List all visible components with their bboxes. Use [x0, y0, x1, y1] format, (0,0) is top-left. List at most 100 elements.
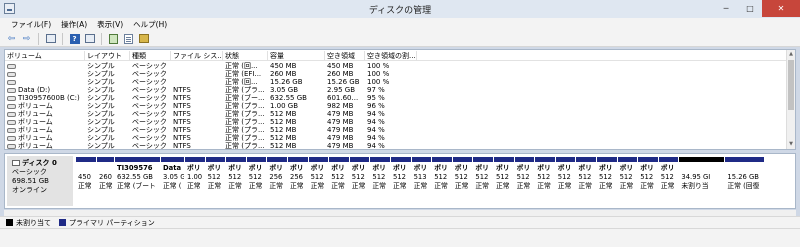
partition-status: 正常 [660, 182, 675, 190]
volume-name: ボリューム [18, 126, 53, 134]
partition[interactable]: ボリ 512 正常 [308, 157, 329, 206]
disk-0-label[interactable]: ディスク 0 ベーシック 698.51 GB オンライン [7, 156, 73, 206]
partition[interactable]: ボリ 512 正常 [329, 157, 349, 206]
scroll-down-icon[interactable]: ▼ [787, 140, 795, 149]
partition-status: 正常 [434, 182, 448, 190]
partition[interactable]: ボリ 512 正常 [638, 157, 658, 206]
partition[interactable]: ボリ 256 正常 [288, 157, 308, 206]
partition[interactable]: ボリ 512 正常 [432, 157, 452, 206]
partition-bar [329, 157, 349, 162]
partition-size: 512 [496, 173, 509, 181]
menu-view[interactable]: 表示(V) [92, 18, 128, 31]
partition-bar [473, 157, 493, 162]
partition[interactable]: ボリ 512 正常 [535, 157, 555, 206]
column-header-filesystem[interactable]: ファイル シス... [171, 51, 223, 61]
partition-text: ボリ 512 正常 [311, 164, 325, 191]
partition-size: 15.26 GB [727, 173, 759, 181]
title-bar: ディスクの管理 ─ □ ✕ [0, 0, 800, 18]
back-button[interactable]: ⇦ [5, 32, 18, 45]
partition-bar [432, 157, 452, 162]
partition[interactable]: ボリ 512 正常 [658, 157, 679, 206]
partition-size: 512 [434, 173, 448, 181]
partition-text: ボリ 513 正常 [414, 164, 428, 191]
rescan-button[interactable] [107, 32, 120, 45]
partition[interactable]: ボリ 1.00 正常 [185, 157, 205, 206]
partition[interactable]: ボリ 512 正常 [349, 157, 370, 206]
partition-name: TI309576 [117, 164, 153, 172]
partition[interactable]: ボリ 512 正常 [473, 157, 493, 206]
partition-size: 512 [599, 173, 612, 181]
partition[interactable]: ボリ 512 正常 [246, 157, 267, 206]
partition-bar [185, 157, 205, 162]
partition-status: 正常 [248, 182, 263, 190]
column-header-volume[interactable]: ボリューム [5, 51, 85, 61]
help-button[interactable]: ? [68, 32, 81, 45]
partition-name: ボリ [413, 164, 428, 172]
minimize-button[interactable]: ─ [714, 0, 738, 17]
partition-status: 正常 [207, 182, 222, 190]
partition[interactable]: ボリ 512 正常 [617, 157, 638, 206]
volume-name: TI30957600B (C:) [18, 94, 80, 102]
partition-name: ボリ [660, 164, 675, 172]
volume-cell: 479 MB [327, 142, 354, 150]
unallocated-partition[interactable]: 34.95 GI 未割り当 [679, 157, 725, 206]
scroll-up-icon[interactable]: ▲ [787, 50, 795, 59]
partition[interactable]: Data 3.05 G 正常 ( [161, 157, 184, 206]
check-button[interactable] [122, 32, 135, 45]
disk-size: 698.51 GB [12, 177, 49, 185]
column-header-capacity[interactable]: 容量 [268, 51, 325, 61]
console-tree-button[interactable] [44, 32, 57, 45]
partition-name: ボリ [269, 164, 283, 172]
partition[interactable]: ボリ 512 正常 [370, 157, 390, 206]
menu-help[interactable]: ヘルプ(H) [128, 18, 172, 31]
partition-text: ボリ 512 正常 [208, 164, 222, 191]
partition[interactable]: 260 正常 [97, 157, 114, 206]
partition-name [78, 164, 92, 173]
partition[interactable]: ボリ 512 正常 [205, 157, 226, 206]
partition[interactable]: ボリ 512 正常 [494, 157, 514, 206]
partition-size: 512 [393, 173, 406, 181]
menu-file[interactable]: ファイル(F) [6, 18, 56, 31]
column-header-type[interactable]: 種類 [130, 51, 171, 61]
volume-list-scrollbar[interactable]: ▲ ▼ [786, 50, 795, 149]
partition[interactable]: ボリ 512 正常 [597, 157, 617, 206]
legend-swatch-unallocated [6, 219, 13, 226]
properties-button[interactable] [83, 32, 96, 45]
scroll-thumb[interactable] [788, 60, 794, 110]
partition[interactable]: ボリ 512 正常 [514, 157, 535, 206]
console-tree-icon [45, 34, 56, 43]
partition[interactable]: 15.26 GB 正常 (回復 [725, 157, 765, 206]
menu-action[interactable]: 操作(A) [56, 18, 92, 31]
partition[interactable]: ボリ 512 正常 [576, 157, 596, 206]
close-button[interactable]: ✕ [762, 0, 800, 17]
legend-item-primary: プライマリ パーティション [59, 218, 155, 228]
partition[interactable]: ボリ 512 正常 [452, 157, 473, 206]
column-header-status[interactable]: 状態 [223, 51, 268, 61]
partition-bar [267, 157, 287, 162]
partition[interactable]: ボリ 256 正常 [267, 157, 287, 206]
partition[interactable]: TI309576 632.55 GB 正常 (ブート [115, 157, 160, 206]
partition-name: ボリ [599, 164, 613, 172]
maximize-button[interactable]: □ [738, 0, 762, 17]
partition-status: 正常 [578, 182, 592, 190]
partition-bar [226, 157, 246, 162]
partition[interactable]: ボリ 513 正常 [411, 157, 432, 206]
partition[interactable]: ボリ 512 正常 [391, 157, 411, 206]
partition-size: 632.55 GB [117, 173, 153, 181]
forward-button[interactable]: ⇨ [20, 32, 33, 45]
volume-cell-name: ボリューム [5, 142, 85, 149]
partition[interactable]: ボリ 512 正常 [226, 157, 246, 206]
partition-text: ボリ 512 正常 [558, 164, 572, 191]
partition[interactable]: 450 正常 [76, 157, 96, 206]
partition[interactable]: ボリ 512 正常 [555, 157, 576, 206]
column-header-layout[interactable]: レイアウト [85, 51, 130, 61]
column-header-percent-free[interactable]: 空き領域の割... [365, 51, 417, 61]
column-header-free-space[interactable]: 空き領域 [325, 51, 365, 61]
volume-row[interactable]: ボリューム シンプル ベーシック NTFS 正常 (プラ... 512 MB 479 MB 9… [5, 142, 795, 150]
partition-name: ボリ [310, 164, 325, 172]
toolbar-separator [101, 32, 102, 45]
partition-status: 正常 [393, 182, 407, 190]
delete-button[interactable] [137, 32, 150, 45]
partition-name [727, 164, 759, 173]
partition-bar [617, 157, 638, 162]
